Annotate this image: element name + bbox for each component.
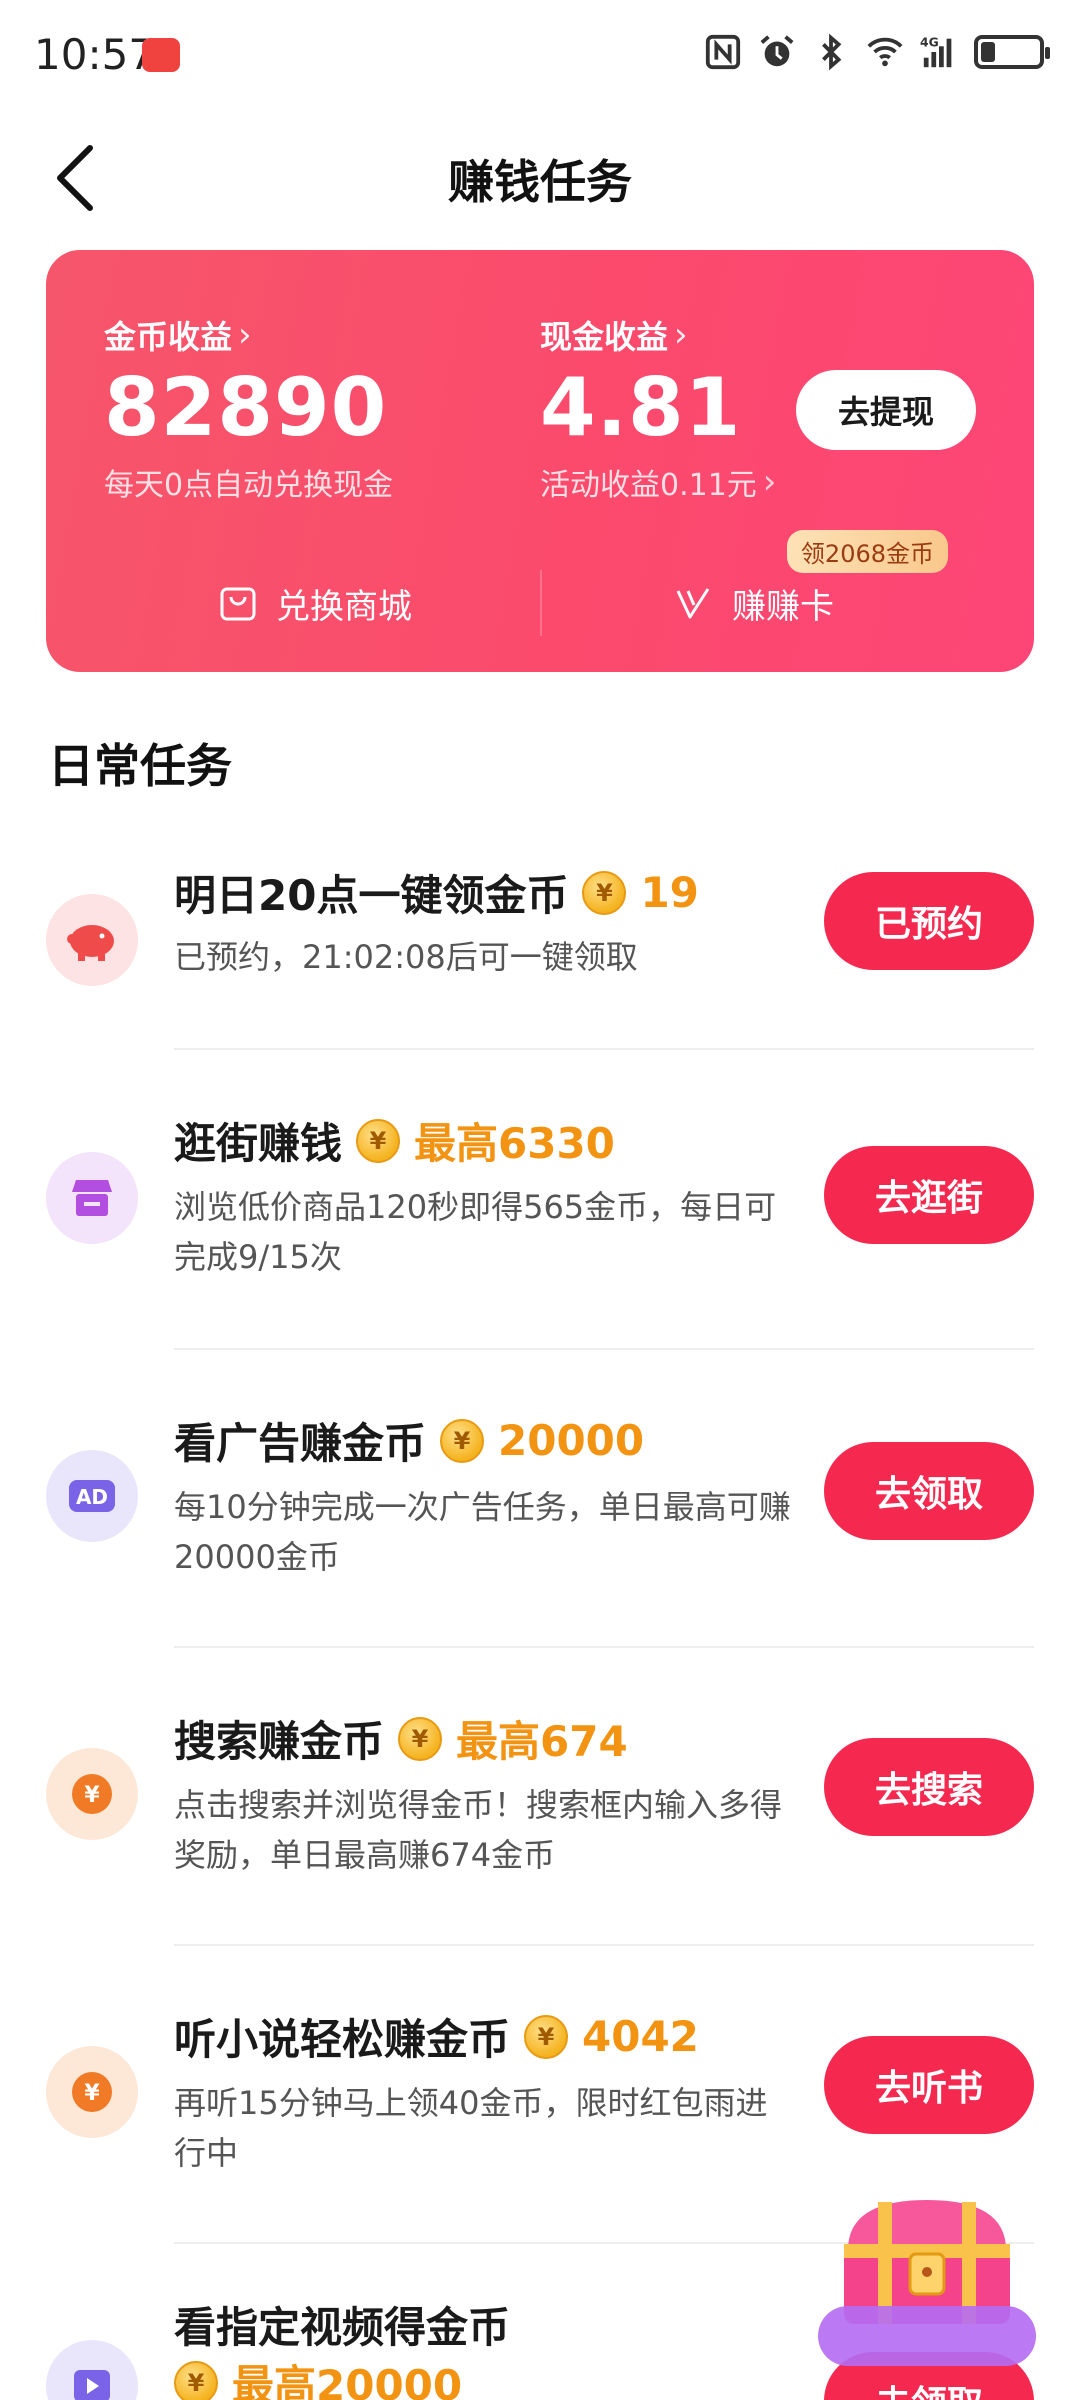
task-description: 点击搜索并浏览得金币！搜索框内输入多得奖励，单日最高赚674金币	[174, 1786, 783, 1874]
task-row: AD 看广告赚金币 ¥ 20000 每10分钟完成一次广告任务，单日最高可赚20…	[0, 1410, 1080, 1640]
svg-text:¥: ¥	[84, 1783, 100, 1808]
exchange-shop-label: 兑换商城	[276, 586, 412, 627]
task-reward: 19	[640, 868, 699, 917]
coin-earnings-value: 82890	[104, 361, 388, 454]
gold-coin-icon: ¥	[356, 1118, 401, 1163]
chevron-right-icon: ›	[674, 315, 688, 355]
task-reward: 最高20000	[232, 2361, 463, 2400]
alarm-icon	[760, 35, 794, 67]
wallet-card: 金币收益 › 82890 每天0点自动兑换现金 现金收益 › 4.81 活动收益0.…	[46, 250, 1034, 672]
status-icons: 4G	[704, 32, 1050, 72]
task-row: ¥ 搜索赚金币 ¥ 最高674 点击搜索并浏览得金币！搜索框内输入多得奖励，单日…	[0, 1708, 1080, 1938]
cash-earnings-value: 4.81	[540, 361, 742, 454]
gold-coin-icon: ¥	[398, 1716, 443, 1761]
chevron-right-icon: ›	[762, 462, 777, 502]
task-reward: 最高6330	[414, 1119, 615, 1168]
task-row: 逛街赚钱 ¥ 最高6330 浏览低价商品120秒即得565金币，每日可完成9/1…	[0, 1110, 1080, 1340]
task-reward: 最高674	[456, 1717, 628, 1766]
video-icon	[46, 2340, 138, 2400]
earn-card-badge: 领2068金币	[786, 530, 948, 573]
task-reward: 4042	[582, 2012, 699, 2061]
yuan-coin-icon: ¥	[46, 1748, 138, 1840]
gold-coin-icon: ¥	[174, 2360, 218, 2400]
exchange-shop-link[interactable]: 兑换商城	[218, 570, 412, 636]
battery-icon	[974, 35, 1050, 69]
task-row: 明日20点一键领金币 ¥ 19 已预约，21:02:08后可一键领取 已预约	[0, 850, 1080, 1040]
row-divider	[174, 1048, 1034, 1050]
v-card-icon	[676, 588, 710, 619]
status-time: 10:57	[34, 30, 156, 79]
task-title: 搜索赚金币 ¥ 最高674	[174, 1708, 628, 1769]
listen-book-button[interactable]: 去听书	[824, 2036, 1034, 2134]
search-button[interactable]: 去搜索	[824, 1738, 1034, 1836]
svg-text:4G: 4G	[920, 35, 939, 49]
gold-coin-icon: ¥	[582, 870, 627, 915]
chevron-right-icon: ›	[238, 315, 252, 355]
coin-earnings-label[interactable]: 金币收益 ›	[104, 312, 393, 358]
earn-card-label: 赚赚卡	[732, 586, 834, 627]
notification-app-icon	[142, 38, 180, 72]
task-title: 看广告赚金币 ¥ 20000	[174, 1416, 645, 1468]
claim-button[interactable]: 去领取	[824, 1442, 1034, 1540]
go-shopping-button[interactable]: 去逛街	[824, 1146, 1034, 1244]
reserved-button[interactable]: 已预约	[824, 872, 1034, 970]
earn-card-link[interactable]: 赚赚卡	[674, 570, 834, 636]
gold-coin-icon: ¥	[524, 2014, 569, 2059]
wifi-icon	[867, 37, 903, 67]
coin-earnings-note: 每天0点自动兑换现金	[104, 468, 394, 503]
gold-coin-icon: ¥	[440, 1418, 485, 1463]
task-reward-line: ¥ 最高20000	[174, 2352, 462, 2400]
svg-text:AD: AD	[76, 1485, 108, 1509]
task-reward: 20000	[498, 1416, 645, 1465]
bluetooth-icon	[822, 33, 842, 71]
chest-label[interactable]	[818, 2306, 1036, 2366]
coin-earnings[interactable]: 金币收益 › 82890 每天0点自动兑换现金	[104, 312, 393, 504]
status-bar: 10:57 4G	[0, 0, 1080, 118]
cash-earnings[interactable]: 现金收益 › 4.81 活动收益0.11元 ›	[540, 312, 776, 504]
task-description: 再听15分钟马上领40金币，限时红包雨进行中	[174, 2084, 768, 2172]
withdraw-button[interactable]: 去提现	[796, 370, 976, 450]
ad-icon: AD	[46, 1450, 138, 1542]
page-title: 赚钱任务	[448, 155, 632, 209]
shop-icon	[46, 1152, 138, 1244]
daily-tasks-title: 日常任务	[48, 739, 232, 793]
row-divider	[174, 1348, 1034, 1350]
task-title: 明日20点一键领金币 ¥ 19	[174, 868, 699, 920]
task-description: 已预约，21:02:08后可一键领取	[174, 938, 638, 976]
activity-earnings-link[interactable]: 活动收益0.11元 ›	[540, 460, 776, 504]
task-title: 看指定视频得金币	[174, 2303, 511, 2352]
cellular-signal-icon: 4G	[920, 35, 952, 68]
nfc-icon	[705, 34, 741, 70]
task-description: 浏览低价商品120秒即得565金币，每日可完成9/15次	[174, 1188, 777, 1276]
row-divider	[174, 1646, 1034, 1648]
row-divider	[174, 1944, 1034, 1946]
page-header: 赚钱任务	[0, 118, 1080, 238]
yuan-coin-icon: ¥	[46, 2046, 138, 2138]
piggy-bank-icon	[46, 894, 138, 986]
cash-earnings-label[interactable]: 现金收益 ›	[540, 312, 776, 358]
task-title: 逛街赚钱 ¥ 最高6330	[174, 1110, 615, 1171]
task-description: 每10分钟完成一次广告任务，单日最高可赚20000金币	[174, 1488, 791, 1576]
svg-text:¥: ¥	[84, 2081, 100, 2106]
card-divider	[540, 570, 542, 636]
shopping-bag-icon	[220, 587, 256, 621]
task-title: 听小说轻松赚金币 ¥ 4042	[174, 2012, 699, 2064]
